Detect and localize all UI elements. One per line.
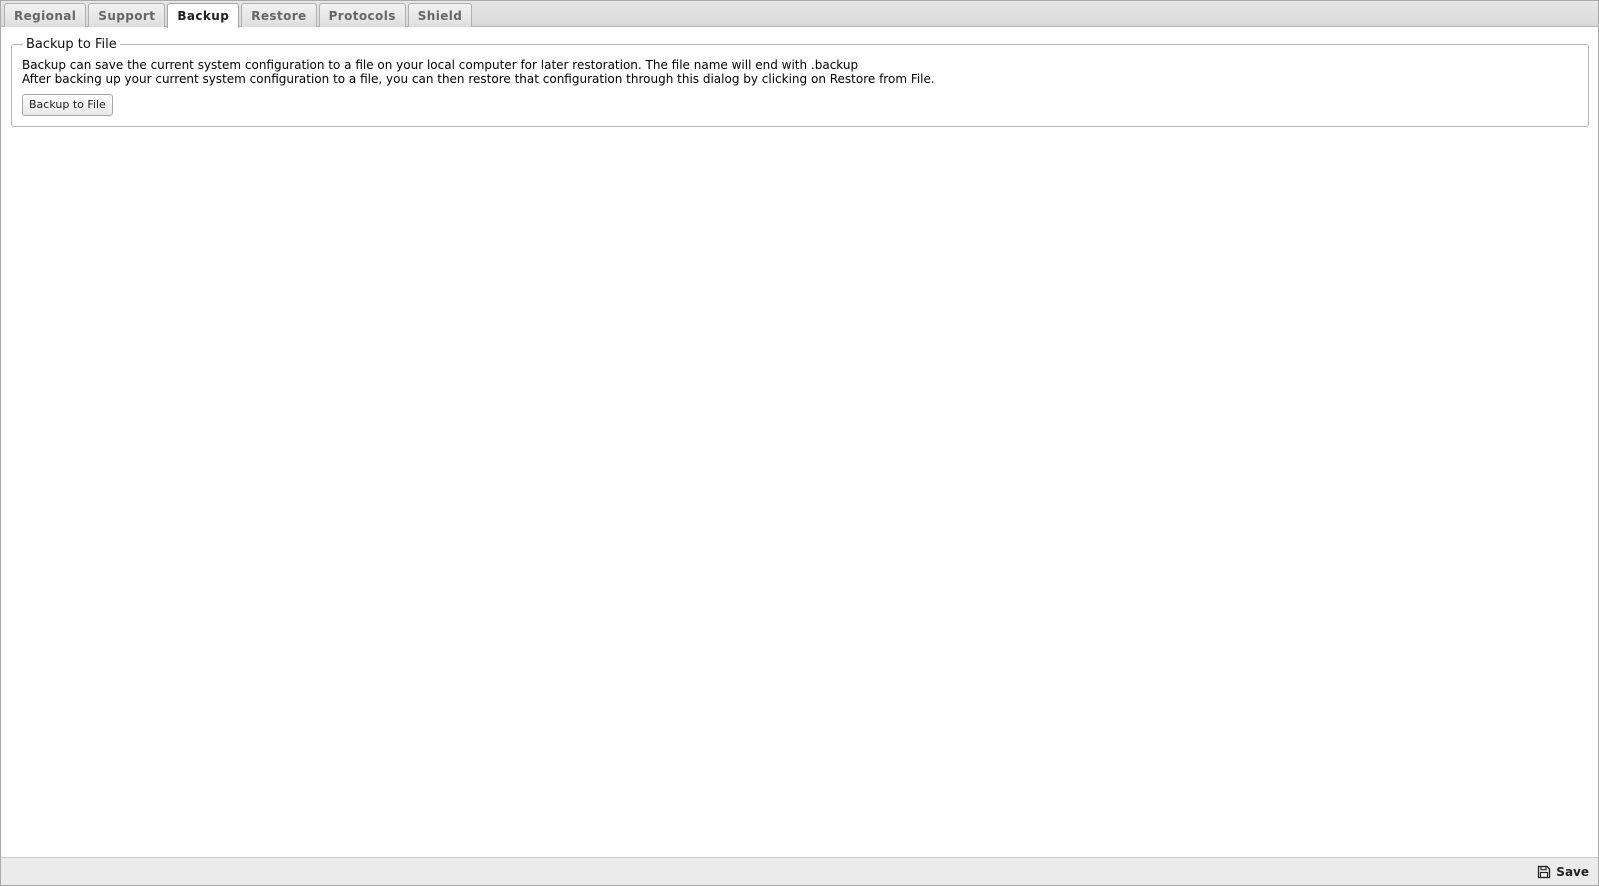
tab-backup[interactable]: Backup bbox=[167, 3, 240, 28]
backup-description-line-2: After backing up your current system con… bbox=[22, 72, 935, 86]
backup-to-file-button[interactable]: Backup to File bbox=[22, 94, 113, 116]
group-legend: Backup to File bbox=[26, 37, 117, 52]
save-label: Save bbox=[1556, 865, 1589, 879]
tab-strip: Regional Support Backup Restore Protocol… bbox=[1, 1, 1598, 28]
tab-protocols[interactable]: Protocols bbox=[318, 3, 406, 27]
tab-restore[interactable]: Restore bbox=[241, 3, 317, 27]
footer-bar: Save bbox=[1, 857, 1598, 885]
settings-window: Regional Support Backup Restore Protocol… bbox=[0, 0, 1599, 886]
save-button[interactable]: Save bbox=[1537, 863, 1589, 881]
backup-to-file-group: Backup to File Backup can save the curre… bbox=[11, 37, 1589, 127]
tab-regional[interactable]: Regional bbox=[4, 3, 87, 27]
tab-shield[interactable]: Shield bbox=[407, 3, 473, 27]
tab-support[interactable]: Support bbox=[88, 3, 166, 27]
tab-content: Backup to File Backup can save the curre… bbox=[11, 37, 1589, 127]
backup-description-line-1: Backup can save the current system confi… bbox=[22, 58, 859, 72]
tab-list: Regional Support Backup Restore Protocol… bbox=[4, 3, 473, 28]
floppy-disk-icon bbox=[1537, 865, 1551, 879]
